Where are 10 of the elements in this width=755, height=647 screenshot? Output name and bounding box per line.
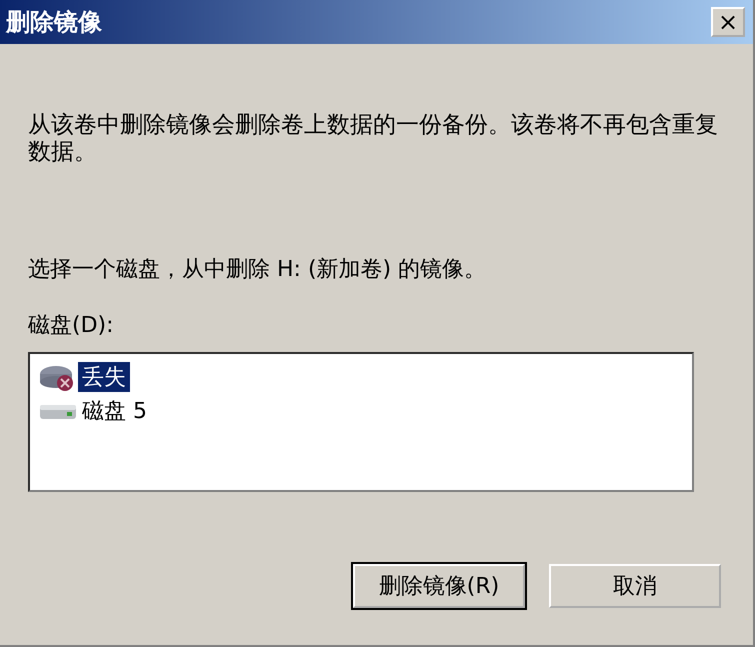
list-item[interactable]: 磁盘 5: [78, 396, 151, 426]
dialog-button[interactable]: 取消: [549, 564, 721, 608]
window-title: 删除镜像: [6, 7, 102, 38]
disk-list[interactable]: 丢失 磁盘 5: [28, 352, 694, 492]
list-item[interactable]: 丢失: [78, 362, 130, 392]
close-button[interactable]: ×: [711, 7, 745, 37]
message-text: 从该卷中删除镜像会删除卷上数据的一份备份。该卷将不再包含重复数据。: [28, 112, 719, 166]
prompt-text: 选择一个磁盘，从中删除 H: (新加卷) 的镜像。: [28, 256, 488, 284]
dialog-button[interactable]: 删除镜像(R): [353, 564, 525, 608]
list-label: 磁盘(D):: [28, 312, 115, 340]
